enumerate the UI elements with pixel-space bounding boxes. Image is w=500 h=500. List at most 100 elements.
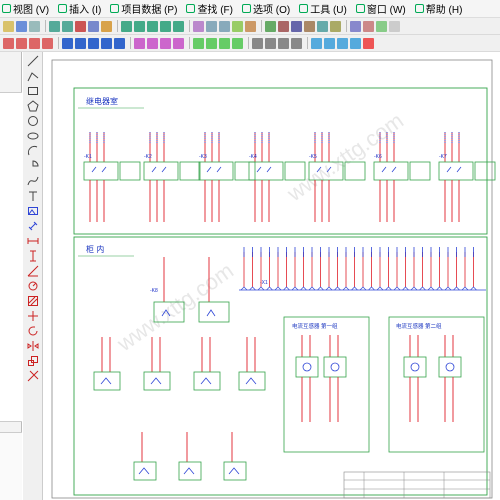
contact-symbol: [446, 166, 462, 173]
wire-icon[interactable]: [3, 37, 14, 49]
line-tool-icon[interactable]: [27, 55, 39, 67]
text-icon[interactable]: [252, 37, 263, 49]
terminal-strip-icon[interactable]: [193, 37, 204, 49]
schematic-canvas[interactable]: 继电器室 柜 内 电流互感器 第一组 电流互感器 第二组 -X1 -K8 www…: [44, 52, 500, 500]
menu-options[interactable]: 选项 (O): [241, 1, 290, 16]
pan-icon[interactable]: [173, 20, 184, 32]
zoom-out-icon[interactable]: [134, 20, 145, 32]
shield-icon[interactable]: [114, 37, 125, 49]
rectangle-tool-icon[interactable]: [27, 85, 39, 97]
corner-icon[interactable]: [29, 37, 40, 49]
black-box-icon[interactable]: [134, 37, 145, 49]
close-icon[interactable]: [363, 37, 374, 49]
menu-insert[interactable]: 插入 (I): [58, 1, 101, 16]
relay-tag: -K6: [374, 154, 382, 160]
mirror-tool-icon[interactable]: [27, 340, 39, 352]
cable-icon[interactable]: [317, 20, 328, 32]
macro-icon[interactable]: [363, 20, 374, 32]
zoom-window-icon[interactable]: [147, 20, 158, 32]
terminal-connector: [283, 286, 290, 291]
page-icon[interactable]: [350, 20, 361, 32]
hyperlink-icon[interactable]: [278, 37, 289, 49]
menu-tools[interactable]: 工具 (U): [299, 1, 347, 16]
connection-icon[interactable]: [16, 37, 27, 49]
terminal-connector: [342, 286, 350, 291]
radius-dimension-icon[interactable]: [27, 280, 39, 292]
image-icon[interactable]: [265, 37, 276, 49]
scale-tool-icon[interactable]: [27, 355, 39, 367]
schematic-drawing[interactable]: 继电器室 柜 内 电流互感器 第一组 电流互感器 第二组 -X1 -K8 www…: [44, 52, 500, 500]
dimension-icon[interactable]: [291, 37, 302, 49]
arrow-right-icon[interactable]: [324, 37, 335, 49]
polyline-tool-icon[interactable]: [27, 70, 39, 82]
potential-icon[interactable]: [62, 37, 73, 49]
arrow-up-icon[interactable]: [337, 37, 348, 49]
arrow-down-icon[interactable]: [350, 37, 361, 49]
menu-view[interactable]: 视图 (V): [2, 1, 49, 16]
save-icon[interactable]: [16, 20, 27, 32]
layer-icon[interactable]: [232, 20, 243, 32]
device-symbol: [150, 377, 162, 385]
print-icon[interactable]: [29, 20, 40, 32]
spline-tool-icon[interactable]: [27, 175, 39, 187]
circle-tool-icon[interactable]: [27, 115, 39, 127]
plc-icon[interactable]: [160, 37, 171, 49]
trim-tool-icon[interactable]: [27, 370, 39, 382]
busbar-icon[interactable]: [88, 37, 99, 49]
settings-icon[interactable]: [389, 20, 400, 32]
menu-project-data[interactable]: 项目数据 (P): [110, 1, 177, 16]
device-symbol: [100, 377, 112, 385]
angle-dimension-icon[interactable]: [27, 265, 39, 277]
link-tool-icon[interactable]: [27, 220, 39, 232]
interrupt-icon[interactable]: [75, 37, 86, 49]
socket-icon[interactable]: [219, 37, 230, 49]
terminal-connector: [436, 286, 443, 291]
check-icon[interactable]: [278, 20, 289, 32]
copy-icon[interactable]: [88, 20, 99, 32]
snap-icon[interactable]: [206, 20, 217, 32]
report-icon[interactable]: [291, 20, 302, 32]
menu-window[interactable]: 窗口 (W): [355, 1, 406, 16]
cross-ref-icon[interactable]: [265, 20, 276, 32]
location-box-icon[interactable]: [173, 37, 184, 49]
menu-help[interactable]: 帮助 (H): [414, 1, 462, 16]
ellipse-tool-icon[interactable]: [27, 130, 39, 142]
ortho-icon[interactable]: [219, 20, 230, 32]
redo-icon[interactable]: [62, 20, 73, 32]
zoom-all-icon[interactable]: [160, 20, 171, 32]
vertical-dimension-icon[interactable]: [27, 250, 39, 262]
open-folder-icon[interactable]: [3, 20, 14, 32]
text-tool-icon[interactable]: [27, 190, 39, 202]
terminal-icon[interactable]: [304, 20, 315, 32]
page-navigator-panel[interactable]: [0, 52, 22, 500]
zoom-in-icon[interactable]: [121, 20, 132, 32]
cut-icon[interactable]: [75, 20, 86, 32]
grid-icon[interactable]: [193, 20, 204, 32]
dimension-tool-icon[interactable]: [27, 235, 39, 247]
tee-icon[interactable]: [42, 37, 53, 49]
menu-find[interactable]: 查找 (F): [186, 1, 233, 16]
plug-icon[interactable]: [206, 37, 217, 49]
polygon-tool-icon[interactable]: [26, 100, 39, 112]
device-icon[interactable]: [330, 20, 341, 32]
arrow-left-icon[interactable]: [311, 37, 322, 49]
symbol-icon[interactable]: [376, 20, 387, 32]
toolbar-separator: [45, 20, 46, 32]
cable-def-icon[interactable]: [101, 37, 112, 49]
image-tool-icon[interactable]: [27, 205, 39, 217]
contact-symbol: [151, 166, 167, 173]
properties-icon[interactable]: [245, 20, 256, 32]
graphical-preview[interactable]: [0, 432, 22, 500]
bridge-icon[interactable]: [232, 37, 243, 49]
sector-tool-icon[interactable]: [27, 160, 39, 172]
paste-icon[interactable]: [101, 20, 112, 32]
device-symbol: [200, 377, 212, 385]
rotate-tool-icon[interactable]: [27, 325, 39, 337]
move-tool-icon[interactable]: [27, 310, 39, 322]
structure-box-icon[interactable]: [147, 37, 158, 49]
page-tree[interactable]: [0, 92, 22, 422]
hatch-tool-icon[interactable]: [27, 295, 39, 307]
arc-tool-icon[interactable]: [27, 145, 39, 157]
ct-symbol: [445, 362, 455, 372]
undo-icon[interactable]: [49, 20, 60, 32]
